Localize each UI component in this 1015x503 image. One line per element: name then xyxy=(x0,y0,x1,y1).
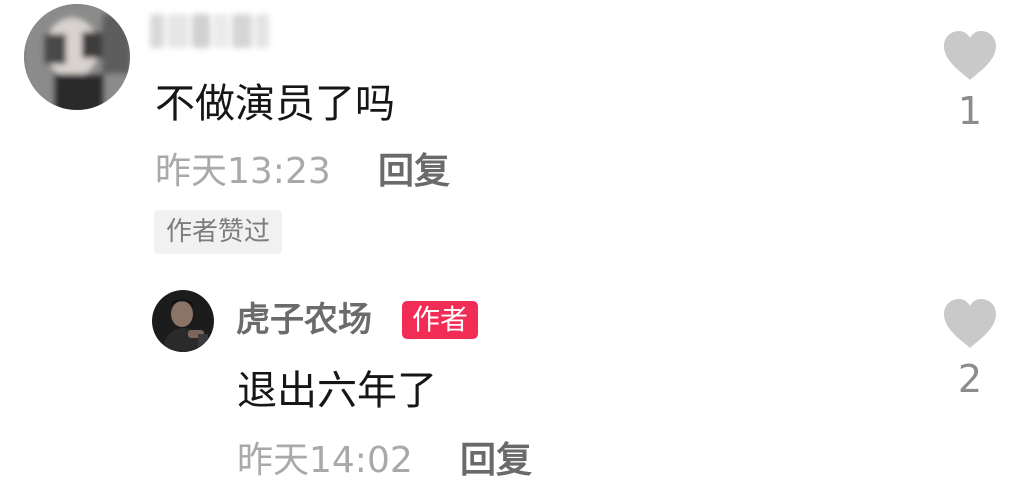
reply-text: 退出六年了 xyxy=(237,368,437,414)
reply-like-count: 2 xyxy=(957,357,983,401)
comment-like-count: 1 xyxy=(957,89,983,133)
commenter-username-blurred[interactable] xyxy=(150,8,272,54)
comment-reply-button[interactable]: 回复 xyxy=(378,154,450,190)
author-avatar[interactable] xyxy=(152,290,214,352)
commenter-avatar[interactable] xyxy=(24,4,130,110)
author-liked-tag: 作者赞过 xyxy=(154,210,283,254)
comment-text: 不做演员了吗 xyxy=(155,81,395,127)
reply-reply-button[interactable]: 回复 xyxy=(460,443,532,479)
comment-like-heart-icon[interactable] xyxy=(942,30,998,82)
reply-username[interactable]: 虎子农场 xyxy=(236,303,372,337)
reply-like-heart-icon[interactable] xyxy=(942,298,998,350)
author-badge: 作者 xyxy=(402,301,479,339)
comment-timestamp: 昨天13:23 xyxy=(155,151,331,192)
reply-timestamp: 昨天14:02 xyxy=(237,440,413,481)
